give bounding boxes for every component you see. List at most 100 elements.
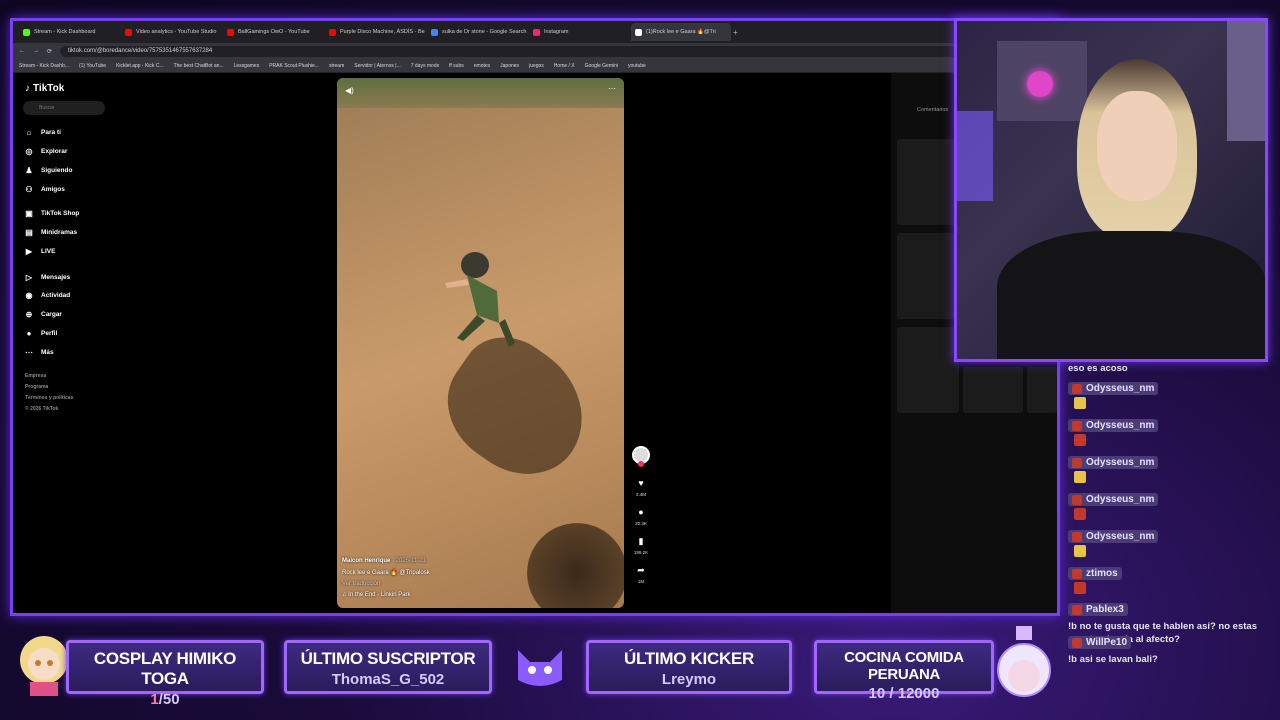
translate-link[interactable]: Ver traducción [342,581,430,587]
chat-message: Odysseus_nm [1068,530,1159,560]
sidebar-item-siguiendo[interactable]: ♟ Siguiendo [25,165,73,175]
chat-message: ztimos [1068,567,1122,597]
bookmark-item[interactable]: juegos [529,63,544,69]
bookmark-item[interactable]: The best ChatBot an... [174,63,224,69]
sidebar-item-label: Más [41,348,54,356]
footer-link: © 2026 TikTok [25,406,59,412]
tab-favicon-icon [329,28,336,36]
sidebar-item-label: Para ti [41,128,61,136]
chat-message: Odysseus_nm [1068,382,1159,412]
comment-icon[interactable]: ● [632,503,650,521]
sidebar-item-más[interactable]: ⋯ Más [25,348,54,357]
sidebar-item-actividad[interactable]: ◉ Actividad [25,291,71,300]
follow-plus-icon[interactable] [638,461,644,467]
bookmark-item[interactable]: youtube [628,63,646,69]
tiktok-page: ♪ TikTok Buscar ⌂ Para ti ◎ Explorar ♟ Siguien… [13,73,1057,613]
following-icon: ♟ [25,165,33,175]
url-text: tiktok.com/@boredance/video/757535146755… [68,48,213,54]
chat-username[interactable]: ztimos [1068,567,1122,580]
video-player[interactable]: ◀) ⋯ Maicon Henrique · 2025-11-21 Rock l… [337,78,624,608]
sidebar-item-para-ti[interactable]: ⌂ Para ti [25,128,61,137]
action-count: 20.3K [635,521,647,526]
footer-link[interactable]: Programa [25,384,48,390]
username-text: Odysseus_nm [1086,494,1155,505]
sidebar-item-amigos[interactable]: ⚇ Amigos [25,185,64,194]
bookmark-icon[interactable]: ▮ [632,532,650,550]
browser-tab[interactable]: Instagram [529,23,629,41]
sidebar-item-mensajes[interactable]: ▷ Mensajes [25,273,70,282]
action-count: 3.4M [635,492,646,497]
browser-tab[interactable]: sulka de Dr stone - Google Search [427,23,527,41]
bookmark-item[interactable]: emotes [474,63,490,69]
streamer-face [1097,91,1177,201]
tab-favicon-icon [635,28,642,36]
chat-message: Odysseus_nm [1068,456,1159,486]
url-field[interactable]: tiktok.com/@boredance/video/757535146755… [60,45,1037,57]
chat-message: Odysseus_nm [1068,419,1159,449]
bookmark-item[interactable]: stream [329,63,344,69]
chat-username[interactable]: Odysseus_nm [1068,456,1159,469]
chat-text: eso es acoso [1068,363,1128,374]
bookmark-item[interactable]: Lessgames [234,63,260,69]
sidebar-item-cargar[interactable]: ⊕ Cargar [25,310,62,319]
bookmark-item[interactable]: Home / X [554,63,575,69]
chat-username[interactable]: Odysseus_nm [1068,419,1159,432]
tab-favicon-icon [23,28,30,36]
chat-username[interactable]: Odysseus_nm [1068,530,1159,543]
search-input[interactable]: Buscar [23,101,105,115]
user-badge-icon [1072,383,1082,394]
goal-title: COSPLAY HIMIKO TOGA [93,649,237,688]
bookmark-item[interactable]: Servidor | Aternos |... [354,63,401,69]
video-hedgehog [527,523,624,608]
tab-label: sulka de Dr stone - Google Search [442,29,527,35]
sidebar-item-label: Cargar [41,310,62,318]
streamer-shirt [997,231,1265,359]
sidebar-item-minidramas[interactable]: ▤ Minidramas [25,228,77,237]
sidebar-item-perfil[interactable]: ● Perfil [25,328,58,338]
browser-tab[interactable]: BallGamings OwO - YouTube [223,23,323,41]
more-options-icon[interactable]: ⋯ [608,84,616,93]
footer-link[interactable]: Términos y políticas [25,395,73,401]
back-icon[interactable]: ← [19,48,25,54]
bookmark-item[interactable]: PRAK Scout Plushie... [269,63,319,69]
tab-label: (1)Rock lee e Gaara 🔥@Tri [646,29,716,35]
microphone [957,111,993,201]
sidebar-item-tiktok-shop[interactable]: ▣ TikTok Shop [25,208,79,218]
browser-tab[interactable]: Stream - Kick Dashboard [19,23,119,41]
sidebar-item-label: Siguiendo [41,166,73,174]
sidebar-item-label: Explorar [41,147,68,155]
reload-icon[interactable]: ⟳ [47,48,52,55]
share-icon[interactable]: ➦ [632,561,650,579]
screen-capture: Stream - Kick Dashboard Video analytics -… [10,18,1060,616]
bookmark-item[interactable]: Stream - Kick Dashb... [19,63,69,69]
webcam-frame [954,18,1268,362]
video-author[interactable]: Maicon Henrique [342,558,390,564]
forward-icon[interactable]: → [33,48,39,54]
bookmark-item[interactable]: Google Gemini [585,63,618,69]
heart-icon[interactable]: ♥ [632,474,650,492]
mute-icon[interactable]: ◀) [345,86,354,95]
sidebar-item-explorar[interactable]: ◎ Explorar [25,147,68,156]
kicker-name: Lreymo [661,671,717,688]
sidebar-item-live[interactable]: ▶ LIVE [25,247,56,256]
tiktok-logo[interactable]: ♪ TikTok [25,83,64,94]
shop-icon: ▣ [25,208,33,218]
new-tab-icon[interactable]: + [733,28,738,37]
browser-tab[interactable]: Purple Disco Machine, ÁSDÍS - Beat [325,23,425,41]
bookmark-item[interactable]: Kicklet.app - Kick C... [116,63,164,69]
cocina-title: COCINA COMIDA PERUANA [844,649,964,683]
footer-link[interactable]: Empresa [25,373,46,379]
video-music[interactable]: ♫ In the End - Linkin Park [342,592,430,598]
browser-tab[interactable]: Video analytics - YouTube Studio [121,23,221,41]
profile-icon: ● [26,328,32,338]
bookmark-item[interactable]: ff subs [449,63,464,69]
comment-skeleton [1027,367,1057,413]
browser-tab[interactable]: (1)Rock lee e Gaara 🔥@Tri [631,23,731,41]
chat-username[interactable]: Pablex3 [1068,603,1128,616]
bookmark-item[interactable]: (1) YouTube [79,63,106,69]
chat-username[interactable]: Odysseus_nm [1068,493,1159,506]
chat-username[interactable]: Odysseus_nm [1068,382,1159,395]
bookmark-item[interactable]: 7 days mods [411,63,439,69]
bookmark-item[interactable]: Japones [500,63,519,69]
comment-skeleton [897,327,959,413]
